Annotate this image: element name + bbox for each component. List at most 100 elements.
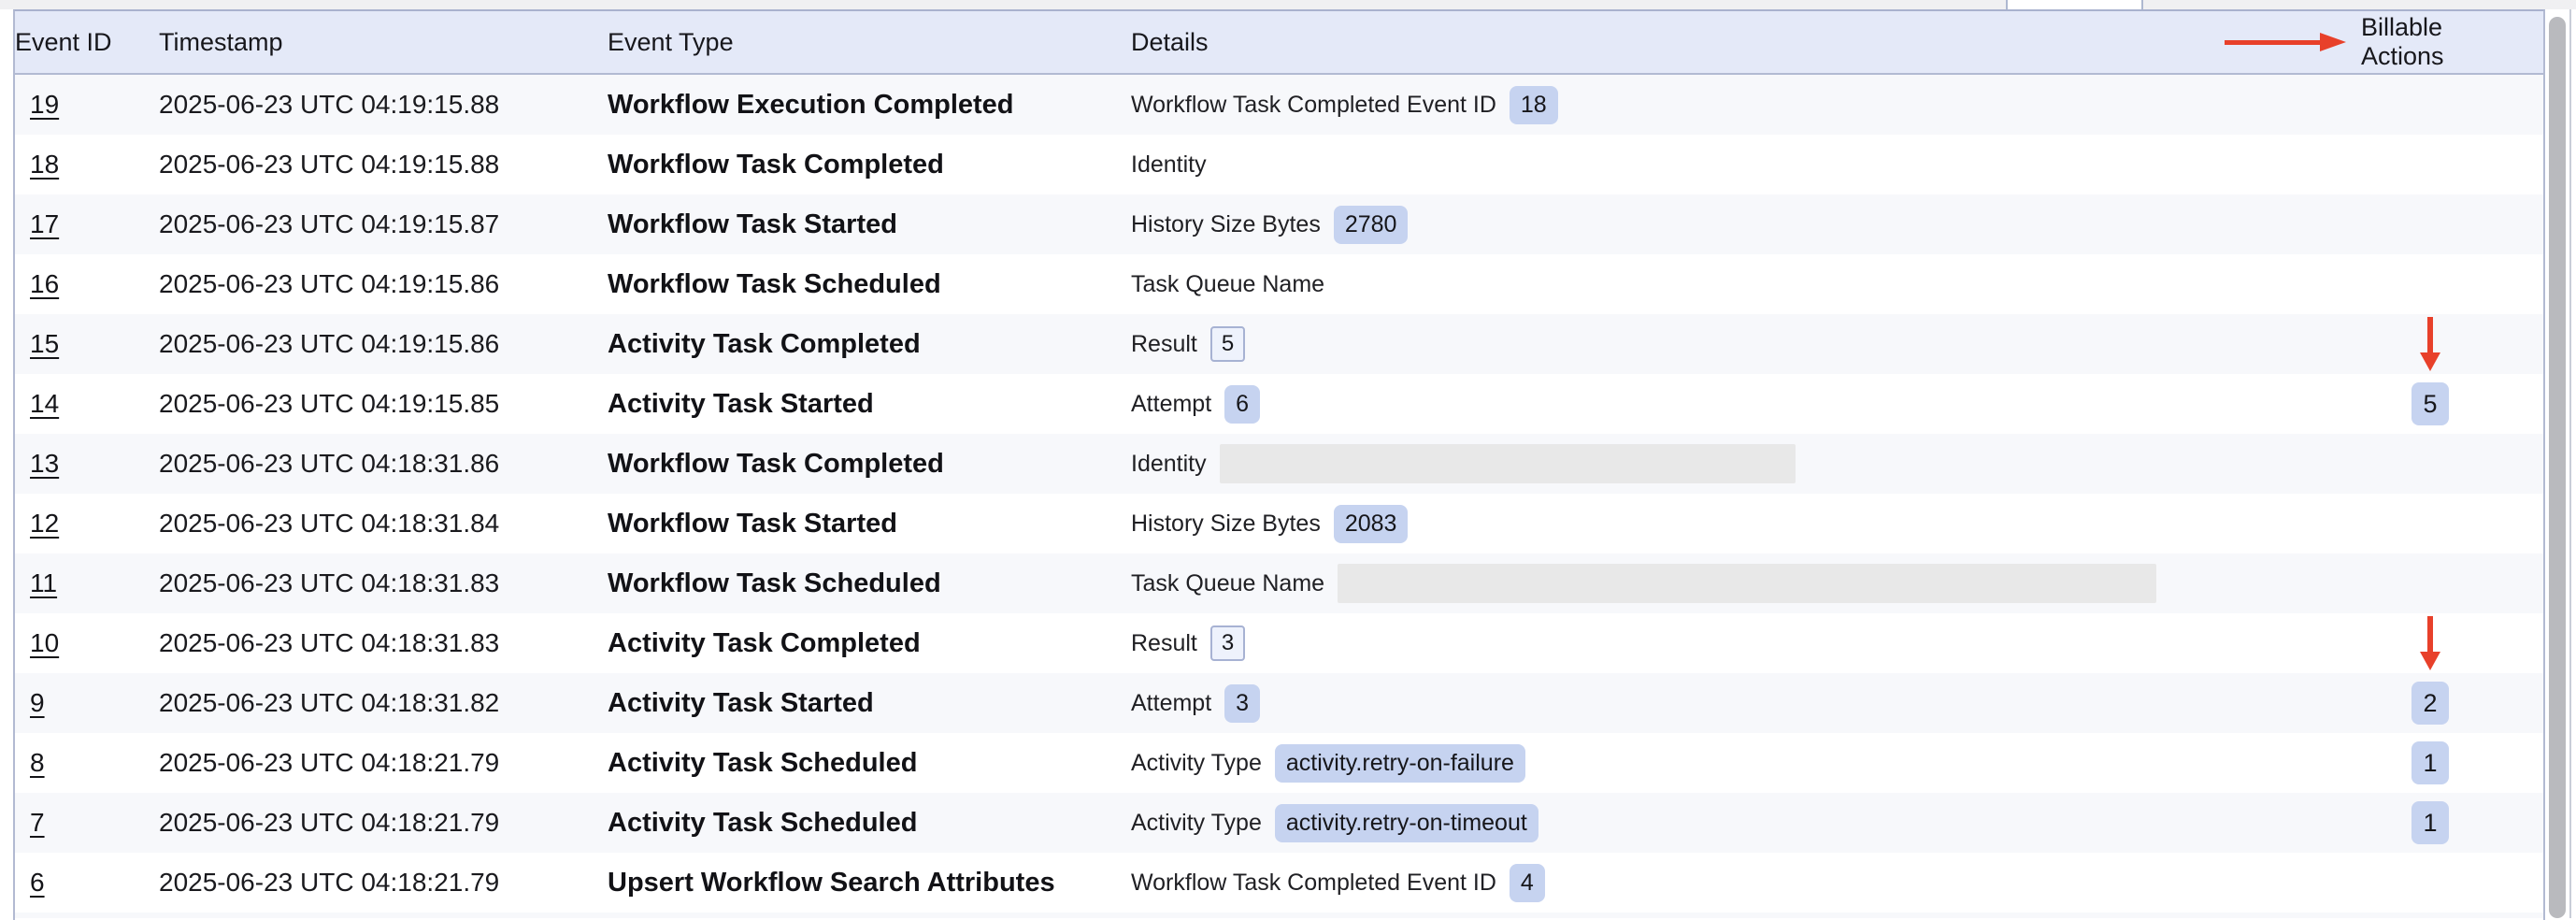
details-cell: Activity Type activity.retry-on-timeout bbox=[1131, 804, 2225, 842]
event-id-link[interactable]: 19 bbox=[30, 90, 59, 120]
billable-count-badge: 1 bbox=[2411, 801, 2449, 844]
event-type-cell: Activity Task Completed bbox=[608, 628, 1131, 659]
billable-count-badge: 2 bbox=[2411, 682, 2449, 725]
billable-count-badge: 1 bbox=[2411, 741, 2449, 784]
billable-actions-cell bbox=[2225, 616, 2543, 670]
red-down-arrow-icon bbox=[2420, 317, 2440, 371]
top-edge-segment bbox=[2008, 0, 2143, 9]
details-cell: Attempt 6 bbox=[1131, 385, 2225, 424]
column-header-details: Details bbox=[1131, 28, 2225, 57]
table-row: 18 2025-06-23 UTC 04:19:15.88 Workflow T… bbox=[15, 135, 2543, 194]
detail-label: Attempt bbox=[1131, 391, 1211, 418]
partial-next-row bbox=[15, 913, 2543, 918]
event-type-cell: Activity Task Scheduled bbox=[608, 748, 1131, 779]
details-cell: History Size Bytes 2083 bbox=[1131, 505, 2225, 543]
event-type-cell: Workflow Task Completed bbox=[608, 449, 1131, 480]
table-row: 15 2025-06-23 UTC 04:19:15.86 Activity T… bbox=[15, 314, 2543, 374]
event-type-cell: Workflow Task Scheduled bbox=[608, 568, 1131, 599]
top-edge-segment bbox=[2143, 0, 2576, 9]
event-id-link[interactable]: 15 bbox=[30, 329, 59, 359]
event-id-link[interactable]: 10 bbox=[30, 628, 59, 658]
table-row: 8 2025-06-23 UTC 04:18:21.79 Activity Ta… bbox=[15, 733, 2543, 793]
event-type-cell: Workflow Execution Completed bbox=[608, 90, 1131, 121]
table-row: 10 2025-06-23 UTC 04:18:31.83 Activity T… bbox=[15, 613, 2543, 673]
timestamp-cell: 2025-06-23 UTC 04:18:31.86 bbox=[159, 449, 608, 479]
detail-label: History Size Bytes bbox=[1131, 510, 1321, 538]
table-header: Event ID Timestamp Event Type Details Bi… bbox=[15, 11, 2543, 75]
detail-label: Attempt bbox=[1131, 690, 1211, 717]
detail-value-badge: 4 bbox=[1510, 864, 1545, 902]
redacted-value-box bbox=[1220, 444, 1796, 483]
detail-value-badge: 2083 bbox=[1334, 505, 1409, 543]
details-cell: Task Queue Name bbox=[1131, 564, 2225, 603]
timestamp-cell: 2025-06-23 UTC 04:19:15.87 bbox=[159, 209, 608, 239]
event-id-link[interactable]: 12 bbox=[30, 509, 59, 539]
detail-label: Workflow Task Completed Event ID bbox=[1131, 92, 1496, 119]
detail-value-badge: 3 bbox=[1210, 625, 1245, 661]
event-id-link[interactable]: 11 bbox=[30, 568, 57, 598]
detail-label: Identity bbox=[1131, 451, 1207, 478]
column-header-event-type: Event Type bbox=[608, 28, 1131, 57]
detail-label: Identity bbox=[1131, 151, 1207, 179]
details-cell: Activity Type activity.retry-on-failure bbox=[1131, 744, 2225, 783]
table-row: 16 2025-06-23 UTC 04:19:15.86 Workflow T… bbox=[15, 254, 2543, 314]
timestamp-cell: 2025-06-23 UTC 04:19:15.85 bbox=[159, 389, 608, 419]
detail-value-badge: 18 bbox=[1510, 86, 1558, 124]
table-row: 17 2025-06-23 UTC 04:19:15.87 Workflow T… bbox=[15, 194, 2543, 254]
vertical-scrollbar[interactable] bbox=[2549, 17, 2566, 918]
details-cell: Workflow Task Completed Event ID 4 bbox=[1131, 864, 2225, 902]
event-id-link[interactable]: 14 bbox=[30, 389, 59, 419]
table-row: 6 2025-06-23 UTC 04:18:21.79 Upsert Work… bbox=[15, 853, 2543, 913]
detail-label: Activity Type bbox=[1131, 810, 1262, 837]
detail-label: Result bbox=[1131, 331, 1197, 358]
details-cell: Identity bbox=[1131, 151, 2225, 179]
timestamp-cell: 2025-06-23 UTC 04:19:15.86 bbox=[159, 269, 608, 299]
detail-value-badge: activity.retry-on-timeout bbox=[1275, 804, 1538, 842]
event-history-page: Event ID Timestamp Event Type Details Bi… bbox=[0, 0, 2576, 918]
timestamp-cell: 2025-06-23 UTC 04:19:15.86 bbox=[159, 329, 608, 359]
event-type-cell: Workflow Task Started bbox=[608, 209, 1131, 240]
billable-actions-cell: 5 bbox=[2225, 382, 2543, 425]
event-type-cell: Activity Task Scheduled bbox=[608, 808, 1131, 839]
event-id-link[interactable]: 6 bbox=[30, 868, 45, 898]
event-type-cell: Workflow Task Started bbox=[608, 509, 1131, 539]
timestamp-cell: 2025-06-23 UTC 04:18:21.79 bbox=[159, 808, 608, 838]
detail-label: Task Queue Name bbox=[1131, 271, 1324, 298]
event-id-link[interactable]: 8 bbox=[30, 748, 45, 778]
event-id-link[interactable]: 13 bbox=[30, 449, 59, 479]
timestamp-cell: 2025-06-23 UTC 04:19:15.88 bbox=[159, 90, 608, 120]
column-header-billable-actions: Billable Actions bbox=[2225, 13, 2543, 71]
event-type-cell: Activity Task Completed bbox=[608, 329, 1131, 360]
details-cell: Task Queue Name bbox=[1131, 271, 2225, 298]
details-cell: Result 5 bbox=[1131, 326, 2225, 362]
timestamp-cell: 2025-06-23 UTC 04:18:31.83 bbox=[159, 628, 608, 658]
event-id-link[interactable]: 17 bbox=[30, 209, 59, 239]
table-row: 9 2025-06-23 UTC 04:18:31.82 Activity Ta… bbox=[15, 673, 2543, 733]
billable-actions-cell: 1 bbox=[2225, 741, 2543, 784]
details-cell: Attempt 3 bbox=[1131, 684, 2225, 723]
event-id-link[interactable]: 18 bbox=[30, 150, 59, 180]
red-right-arrow-icon bbox=[2225, 33, 2346, 51]
detail-label: Activity Type bbox=[1131, 750, 1262, 777]
detail-value-badge: 6 bbox=[1224, 385, 1260, 424]
details-cell: Result 3 bbox=[1131, 625, 2225, 661]
details-cell: History Size Bytes 2780 bbox=[1131, 206, 2225, 244]
detail-value-badge: activity.retry-on-failure bbox=[1275, 744, 1525, 783]
timestamp-cell: 2025-06-23 UTC 04:18:21.79 bbox=[159, 748, 608, 778]
redacted-value-box bbox=[1338, 564, 2156, 603]
detail-value-badge: 5 bbox=[1210, 326, 1245, 362]
billable-count-badge: 5 bbox=[2411, 382, 2449, 425]
table-row: 11 2025-06-23 UTC 04:18:31.83 Workflow T… bbox=[15, 553, 2543, 613]
billable-actions-cell: 2 bbox=[2225, 682, 2543, 725]
event-type-cell: Workflow Task Scheduled bbox=[608, 269, 1131, 300]
timestamp-cell: 2025-06-23 UTC 04:18:31.84 bbox=[159, 509, 608, 539]
event-type-cell: Upsert Workflow Search Attributes bbox=[608, 868, 1131, 898]
column-header-event-id: Event ID bbox=[15, 28, 159, 57]
event-type-cell: Activity Task Started bbox=[608, 389, 1131, 420]
event-id-link[interactable]: 7 bbox=[30, 808, 45, 838]
event-id-link[interactable]: 9 bbox=[30, 688, 45, 718]
table-row: 12 2025-06-23 UTC 04:18:31.84 Workflow T… bbox=[15, 494, 2543, 553]
event-id-link[interactable]: 16 bbox=[30, 269, 59, 299]
top-edge-artifact bbox=[0, 0, 2576, 9]
table-row: 7 2025-06-23 UTC 04:18:21.79 Activity Ta… bbox=[15, 793, 2543, 853]
